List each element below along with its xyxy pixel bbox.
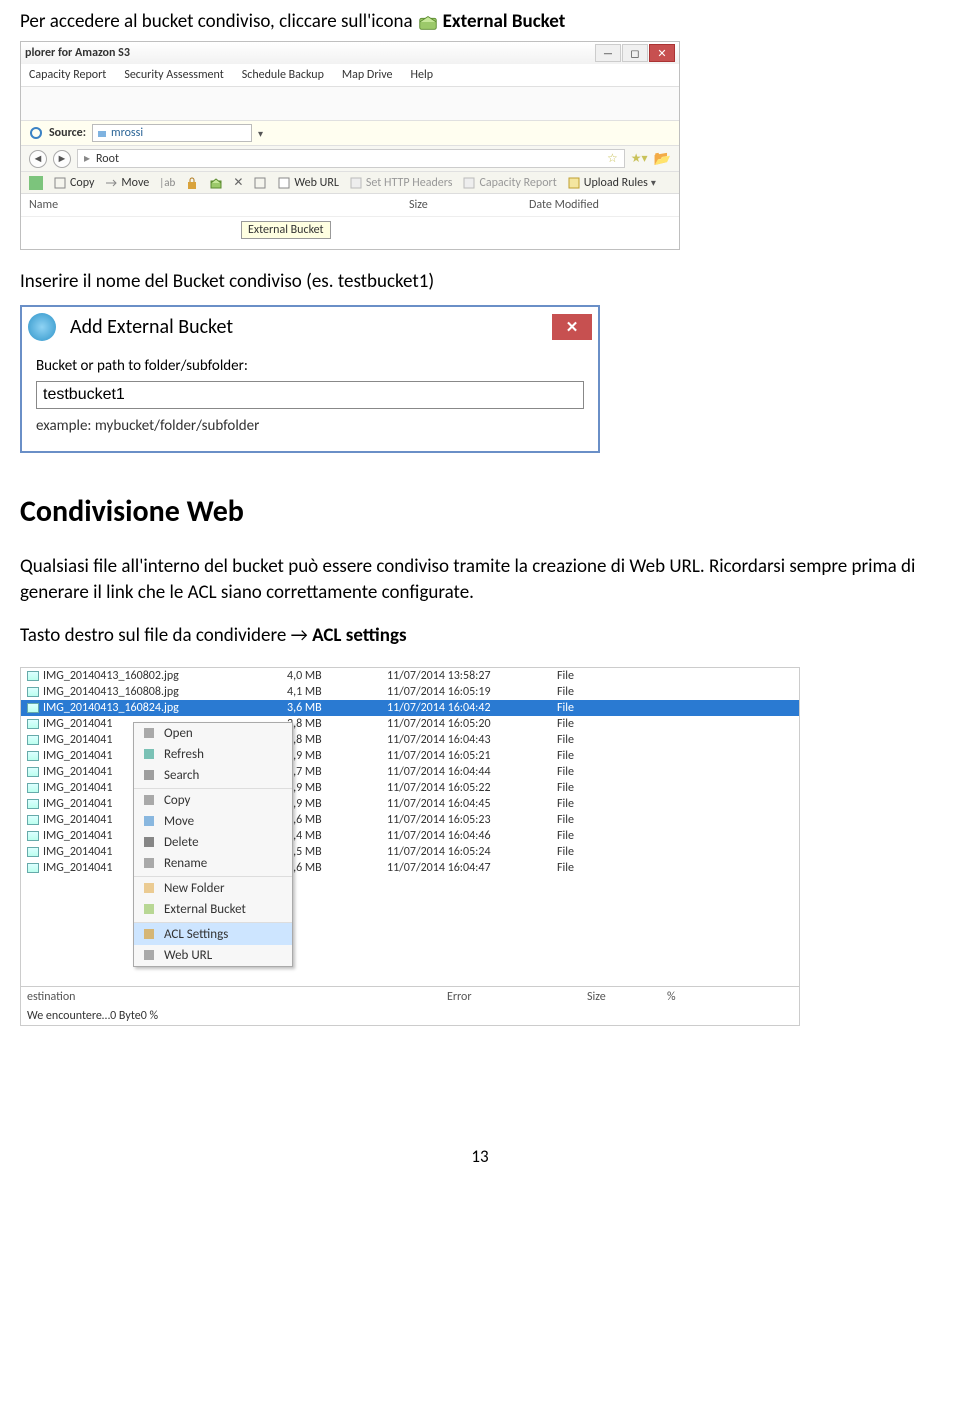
footer-error-text: We encountere… [27,1009,110,1023]
nav-back-button[interactable]: ◄ [29,150,47,168]
menu-security-assessment[interactable]: Security Assessment [124,68,223,82]
paragraph-web-sharing: Qualsiasi file all'interno del bucket pu… [20,554,940,605]
toolbar-set-http[interactable]: Set HTTP Headers [349,176,453,190]
intro-text-bold: External Bucket [443,10,566,33]
menu-schedule-backup[interactable]: Schedule Backup [242,68,324,82]
context-menu: OpenRefreshSearchCopyMoveDeleteRenameNew… [133,722,293,967]
footer-percent-text: 0 % [141,1009,158,1023]
context-menu-item[interactable]: ACL Settings [134,922,292,945]
star-icon[interactable]: ☆ [607,151,618,166]
paragraph-insert-bucket: Inserire il nome del Bucket condiviso (e… [20,270,940,293]
menu-item-icon [142,747,156,761]
refresh-icon[interactable] [29,126,43,140]
menu-bar: Capacity Report Security Assessment Sche… [21,64,679,87]
page-number: 13 [20,1146,940,1167]
context-menu-item[interactable]: Refresh [134,744,292,765]
nav-forward-button[interactable]: ► [53,150,71,168]
context-menu-item[interactable]: Search [134,765,292,786]
window-minimize-button[interactable]: — [595,44,621,62]
context-menu-item[interactable]: Copy [134,788,292,811]
dialog-globe-icon [28,313,56,341]
col-size[interactable]: Size [409,198,529,212]
context-menu-item[interactable]: External Bucket [134,899,292,920]
dialog-close-button[interactable]: ✕ [552,314,592,340]
toolbar-weburl[interactable]: Web URL [277,176,338,190]
bucket-small-icon [97,128,107,138]
menu-map-drive[interactable]: Map Drive [342,68,393,82]
menu-item-icon [142,835,156,849]
screenshot-file-list: IMG_20140413_160802.jpg4,0 MB11/07/2014 … [20,667,800,1026]
source-dropdown[interactable]: mrossi [92,124,252,142]
menu-item-icon [142,814,156,828]
external-bucket-tooltip: External Bucket [241,221,331,239]
toolbar: Copy Move |ab ✕ Web URL Set HTTP Headers… [21,172,679,194]
toolbar-upload-rules[interactable]: Upload Rules ▾ [567,176,656,190]
footer-col-percent: % [667,990,676,1004]
context-menu-item[interactable]: Delete [134,832,292,853]
menu-item-icon [142,726,156,740]
col-name[interactable]: Name [29,198,409,212]
screenshot-s3-explorer: plorer for Amazon S3 — ◻ ✕ Capacity Repo… [20,41,680,250]
context-menu-item[interactable]: Open [134,723,292,744]
toolbar-new-icon[interactable] [29,176,43,190]
intro-line: Per accedere al bucket condiviso, clicca… [20,10,940,33]
toolbar-lock-icon[interactable] [185,176,199,190]
add-external-bucket-dialog: Add External Bucket ✕ Bucket or path to … [20,305,600,453]
paragraph-acl-settings: Tasto destro sul file da condividere → A… [20,623,940,649]
table-row[interactable]: IMG_20140413_160808.jpg4,1 MB11/07/2014 … [21,684,799,700]
intro-text-1: Per accedere al bucket condiviso, clicca… [20,10,413,33]
menu-item-icon [142,881,156,895]
window-close-button[interactable]: ✕ [649,44,675,62]
footer-col-size: Size [587,990,667,1004]
table-row[interactable]: IMG_20140413_160802.jpg4,0 MB11/07/2014 … [21,668,799,684]
context-menu-item[interactable]: Move [134,811,292,832]
col-date[interactable]: Date Modified [529,198,671,212]
menu-item-icon [142,768,156,782]
menu-help[interactable]: Help [411,68,434,82]
menu-item-icon [142,927,156,941]
toolbar-props-icon[interactable] [253,176,267,190]
window-title: plorer for Amazon S3 [25,46,594,60]
bucket-path-input[interactable] [36,381,584,409]
table-row[interactable]: IMG_20140413_160824.jpg3,6 MB11/07/2014 … [21,700,799,716]
chevron-down-icon[interactable]: ▾ [258,127,263,140]
dialog-title: Add External Bucket [70,315,552,339]
toolbar-delete-icon[interactable]: ✕ [233,175,243,190]
toolbar-move[interactable]: Move [104,176,149,190]
footer-col-destination: estination [27,990,447,1004]
dialog-example-text: example: mybucket/folder/subfolder [36,417,584,435]
section-heading-condivisione-web: Condivisione Web [20,493,940,530]
source-label: Source: [49,126,86,140]
breadcrumb[interactable]: ▸ Root ☆ [77,149,625,168]
external-bucket-icon [417,11,439,33]
menu-item-icon [142,793,156,807]
toolbar-capacity[interactable]: Capacity Report [462,176,556,190]
context-menu-item[interactable]: Web URL [134,945,292,966]
folder-open-icon[interactable]: 📂 [654,150,671,167]
favorites-icon[interactable]: ★▾ [631,151,648,166]
toolbar-external-bucket-icon[interactable] [209,176,223,190]
context-menu-item[interactable]: Rename [134,853,292,874]
menu-capacity-report[interactable]: Capacity Report [29,68,106,82]
dialog-field-label: Bucket or path to folder/subfolder: [36,357,584,375]
context-menu-item[interactable]: New Folder [134,876,292,899]
footer-col-error: Error [447,990,587,1004]
footer-size-text: 0 Byte [110,1009,141,1023]
menu-item-icon [142,856,156,870]
menu-item-icon [142,902,156,916]
menu-item-icon [142,948,156,962]
toolbar-rename-icon[interactable]: |ab [159,176,175,189]
toolbar-copy[interactable]: Copy [53,176,94,190]
window-maximize-button[interactable]: ◻ [622,44,648,62]
